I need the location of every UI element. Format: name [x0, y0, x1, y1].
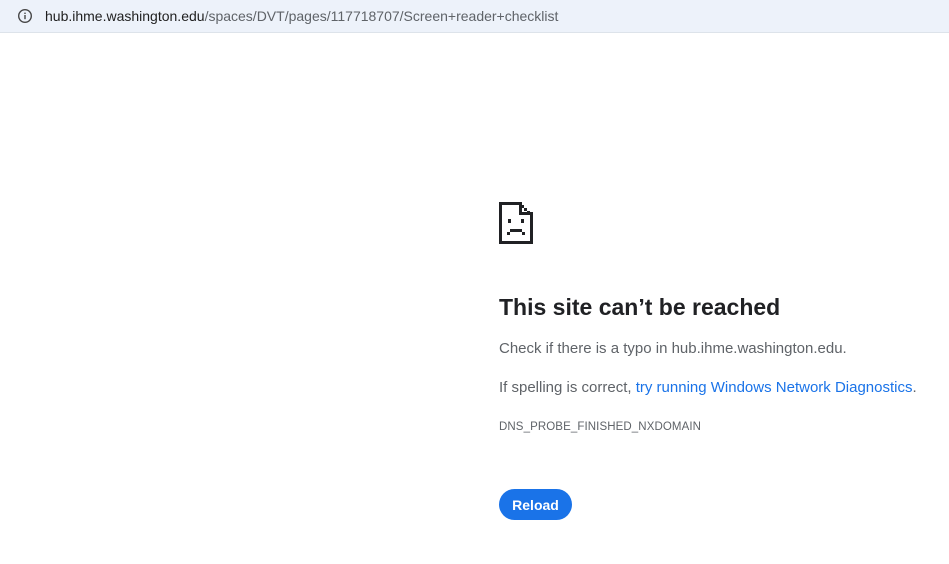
spelling-message: If spelling is correct, try running Wind…	[499, 378, 917, 398]
reload-button[interactable]: Reload	[499, 489, 572, 520]
info-icon[interactable]	[17, 8, 33, 24]
url-host: hub.ihme.washington.edu	[45, 8, 205, 24]
sad-page-icon	[499, 202, 533, 244]
spelling-suffix: .	[912, 379, 917, 396]
url-text[interactable]: hub.ihme.washington.edu/spaces/DVT/pages…	[45, 8, 558, 25]
error-code: DNS_PROBE_FINISHED_NXDOMAIN	[499, 421, 702, 433]
address-bar[interactable]: hub.ihme.washington.edu/spaces/DVT/pages…	[0, 0, 949, 33]
url-path: /spaces/DVT/pages/117718707/Screen+reade…	[204, 8, 559, 24]
typo-message: Check if there is a typo in hub.ihme.was…	[499, 340, 847, 357]
spelling-prefix: If spelling is correct,	[499, 379, 636, 396]
error-title: This site can’t be reached	[499, 294, 781, 320]
network-diagnostics-link[interactable]: try running Windows Network Diagnostics	[636, 379, 913, 396]
